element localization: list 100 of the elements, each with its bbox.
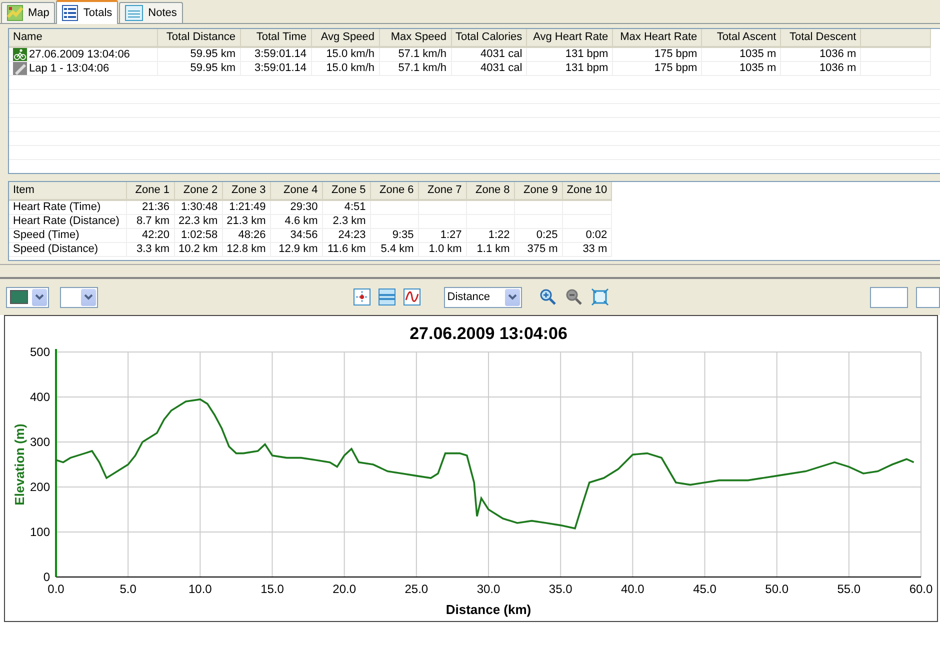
lap-icon (13, 62, 27, 75)
table-cell: 4031 cal (451, 61, 527, 76)
table-cell: 22.3 km (174, 214, 222, 228)
table-cell: 1036 m (780, 61, 861, 76)
table-cell: 4:51 (322, 200, 370, 214)
splitter-bar[interactable] (0, 265, 940, 279)
table-cell: 12.8 km (222, 242, 270, 256)
column-header[interactable]: Zone 2 (174, 182, 222, 200)
table-cell: 1035 m (702, 46, 781, 62)
column-header[interactable]: Zone 10 (562, 182, 612, 200)
fit-frame-icon[interactable] (591, 288, 609, 306)
column-header[interactable]: Zone 4 (270, 182, 322, 200)
caret-icon[interactable] (84, 294, 93, 300)
column-header[interactable]: Zone 8 (466, 182, 514, 200)
table-cell: 9:35 (370, 228, 418, 242)
tick-label: 40.0 (620, 582, 644, 596)
table-cell: 59.95 km (157, 61, 240, 76)
caret-icon[interactable] (508, 294, 516, 300)
column-header[interactable]: Max Speed (379, 29, 451, 46)
tick-label: 300 (30, 435, 50, 449)
table-cell: Heart Rate (Distance) (9, 214, 126, 228)
column-header[interactable]: Zone 3 (222, 182, 270, 200)
table-cell: 15.0 km/h (311, 46, 379, 62)
tick-label: 60.0 (909, 582, 933, 596)
table-cell: 57.1 km/h (379, 61, 451, 76)
table-cell: 1035 m (702, 61, 781, 76)
color-dropdown[interactable] (6, 286, 49, 308)
zoom-in-icon[interactable] (539, 288, 557, 306)
table-cell: 1:30:48 (174, 200, 222, 214)
tab[interactable]: Totals (56, 0, 118, 24)
table-cell: 131 bpm (526, 46, 613, 62)
tick-label: 20.0 (332, 582, 356, 596)
x-axis-dropdown[interactable]: Distance (444, 286, 522, 308)
cyclist-icon (13, 48, 27, 60)
tick-label: 10.0 (188, 582, 212, 596)
table-cell: 1.0 km (418, 242, 466, 256)
column-header[interactable]: Total Calories (451, 29, 527, 46)
tick-label: 100 (30, 525, 50, 539)
tab[interactable]: Map (1, 2, 56, 23)
table-cell: 0:02 (562, 228, 612, 242)
column-header[interactable]: Max Heart Rate (612, 29, 702, 46)
column-header[interactable]: Zone 5 (322, 182, 370, 200)
table-cell: 4.6 km (270, 214, 322, 228)
crosshair-icon[interactable] (353, 288, 371, 306)
x-axis-title: Distance (km) (446, 602, 532, 617)
table-cell: 21.3 km (222, 214, 270, 228)
field[interactable] (870, 286, 908, 308)
name-cell: Lap 1 - 13:04:06 (9, 61, 157, 76)
column-header[interactable]: Total Distance (157, 29, 240, 46)
column-header[interactable]: Zone 6 (370, 182, 418, 200)
dropdown[interactable] (60, 286, 98, 308)
field[interactable] (916, 286, 940, 308)
table-cell: 29:30 (270, 200, 322, 214)
table-cell: 11.6 km (322, 242, 370, 256)
tick-label: 15.0 (260, 582, 284, 596)
table-cell: 131 bpm (526, 61, 613, 76)
column-header[interactable]: Zone 9 (514, 182, 562, 200)
notepad-icon (125, 5, 144, 21)
tick-label: 200 (30, 480, 50, 494)
column-header[interactable]: Total Ascent (702, 29, 781, 46)
wave-icon[interactable] (403, 288, 421, 306)
column-header[interactable]: Name (9, 29, 157, 46)
tick-label: 25.0 (404, 582, 428, 596)
table-cell: 34:56 (270, 228, 322, 242)
table-cell: 3.3 km (126, 242, 174, 256)
table-cell: 1:22 (466, 228, 514, 242)
table-cell: 0:25 (514, 228, 562, 242)
tick-label: 55.0 (837, 582, 861, 596)
tab[interactable]: Notes (119, 2, 183, 23)
table-cell: 57.1 km/h (379, 46, 451, 62)
tick-label: 45.0 (693, 582, 716, 596)
table-cell: 59.95 km (157, 46, 240, 62)
column-header[interactable]: Avg Heart Rate (526, 29, 613, 46)
table-cell: 42:20 (126, 228, 174, 242)
table-cell: 8.7 km (126, 214, 174, 228)
column-header[interactable]: Zone 1 (126, 182, 174, 200)
table-cell: 12.9 km (270, 242, 322, 256)
table-cell: 1:21:49 (222, 200, 270, 214)
tick-label: 30.0 (476, 582, 500, 596)
table-cell: 175 bpm (612, 61, 702, 76)
column-header[interactable]: Item (9, 182, 126, 200)
column-header[interactable]: Avg Speed (311, 29, 379, 46)
caret-icon[interactable] (35, 294, 44, 300)
table-cell: 1.1 km (466, 242, 514, 256)
table-cell: 375 m (514, 242, 562, 256)
tick-label: 0 (43, 570, 50, 584)
column-header[interactable]: Total Descent (780, 29, 861, 46)
chart-title: 27.06.2009 13:04:06 (410, 324, 568, 343)
table-cell: 15.0 km/h (311, 61, 379, 76)
column-header[interactable]: Total Time (240, 29, 311, 46)
map-icon (7, 5, 23, 21)
bands-icon[interactable] (378, 288, 396, 306)
table-cell: 175 bpm (612, 46, 702, 62)
table-cell: Speed (Time) (9, 228, 126, 242)
table-cell: 33 m (562, 242, 612, 256)
zoom-out-icon[interactable] (565, 288, 583, 306)
tick-label: 50.0 (765, 582, 789, 596)
tick-label: 400 (30, 390, 50, 404)
name-cell: 27.06.2009 13:04:06 (9, 46, 157, 62)
column-header[interactable]: Zone 7 (418, 182, 466, 200)
